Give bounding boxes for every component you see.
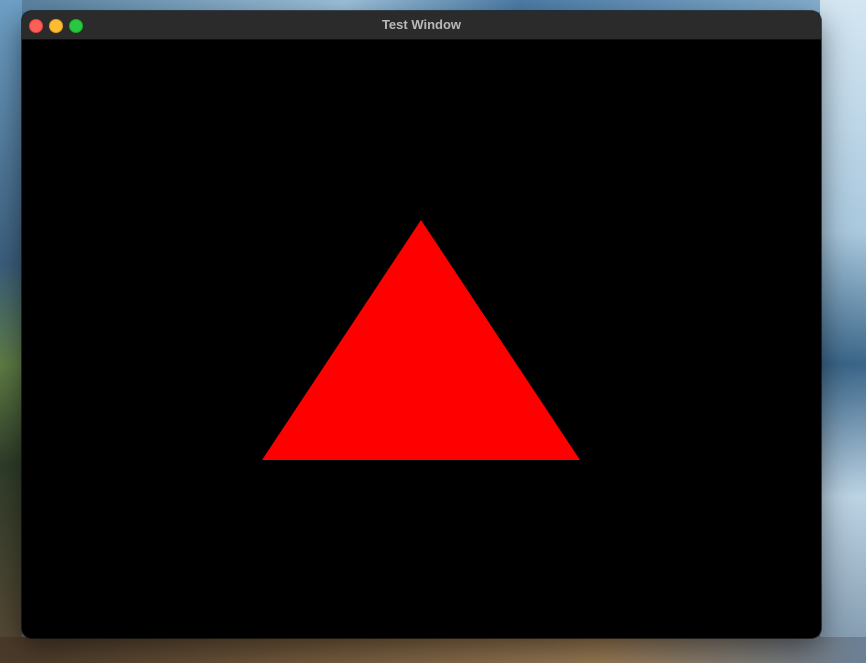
render-canvas [262, 220, 580, 460]
desktop-wallpaper-right [820, 0, 866, 663]
zoom-window-button[interactable] [69, 19, 83, 33]
minimize-window-button[interactable] [49, 19, 63, 33]
app-window: Test Window [22, 11, 821, 638]
desktop-wallpaper-bottom [0, 637, 866, 663]
render-viewport [22, 40, 821, 638]
close-window-button[interactable] [29, 19, 43, 33]
red-triangle [262, 220, 580, 460]
desktop-wallpaper-left [0, 0, 22, 663]
window-title: Test Window [381, 17, 462, 32]
window-titlebar[interactable]: Test Window [22, 11, 821, 40]
